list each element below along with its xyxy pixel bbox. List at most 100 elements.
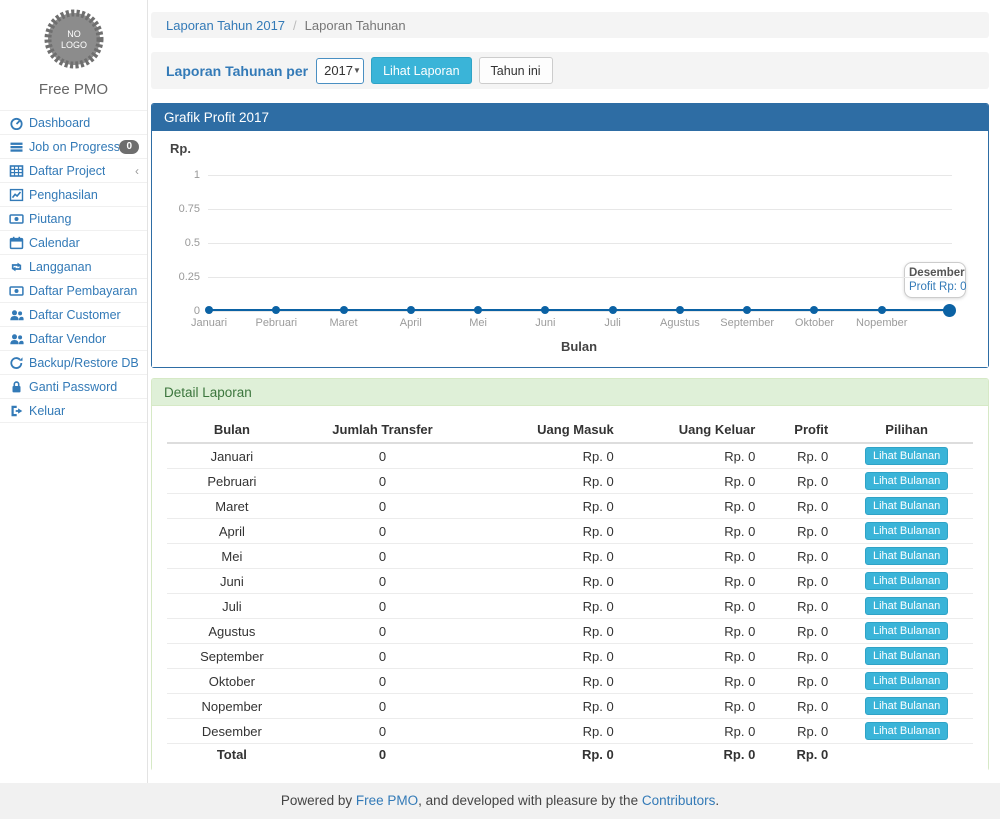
data-point-juni[interactable] bbox=[541, 306, 549, 314]
sidebar-item-job-on-progress[interactable]: Job on Progress0 bbox=[0, 135, 147, 159]
cell: Juni bbox=[167, 569, 297, 594]
table-row-januari: Januari0Rp. 0Rp. 0Rp. 0Lihat Bulanan bbox=[167, 443, 973, 469]
cell: Rp. 0 bbox=[468, 494, 626, 519]
cell: Rp. 0 bbox=[767, 443, 840, 469]
x-tick-label: Oktober bbox=[795, 317, 834, 329]
data-point-agustus[interactable] bbox=[676, 306, 684, 314]
y-tick-label: 0.5 bbox=[152, 237, 200, 249]
cell: 0 bbox=[297, 519, 468, 544]
breadcrumb-link-laporan-tahun[interactable]: Laporan Tahun 2017 bbox=[166, 18, 285, 33]
cell: Rp. 0 bbox=[626, 694, 768, 719]
y-tick-label: 0.75 bbox=[152, 203, 200, 215]
sidebar-item-label: Piutang bbox=[29, 212, 71, 226]
this-year-button[interactable]: Tahun ini bbox=[479, 57, 553, 84]
cell: Rp. 0 bbox=[626, 469, 768, 494]
actions-cell: Lihat Bulanan bbox=[840, 669, 973, 694]
view-report-button[interactable]: Lihat Laporan bbox=[371, 57, 471, 84]
cell: Rp. 0 bbox=[626, 719, 768, 744]
view-monthly-button[interactable]: Lihat Bulanan bbox=[865, 447, 948, 465]
data-point-desember[interactable] bbox=[943, 304, 956, 317]
cell: Rp. 0 bbox=[626, 443, 768, 469]
table-row-nopember: Nopember0Rp. 0Rp. 0Rp. 0Lihat Bulanan bbox=[167, 694, 973, 719]
actions-cell: Lihat Bulanan bbox=[840, 519, 973, 544]
cell: Rp. 0 bbox=[468, 669, 626, 694]
x-tick-label: April bbox=[400, 317, 422, 329]
data-point-maret[interactable] bbox=[340, 306, 348, 314]
sidebar-item-calendar[interactable]: Calendar bbox=[0, 231, 147, 255]
table-row-oktober: Oktober0Rp. 0Rp. 0Rp. 0Lihat Bulanan bbox=[167, 669, 973, 694]
view-monthly-button[interactable]: Lihat Bulanan bbox=[865, 522, 948, 540]
actions-cell bbox=[840, 744, 973, 766]
year-select[interactable]: 2017 ▼ bbox=[316, 58, 364, 84]
footer-brand-link[interactable]: Free PMO bbox=[356, 793, 418, 808]
sidebar-item-piutang[interactable]: Piutang bbox=[0, 207, 147, 231]
cell: Rp. 0 bbox=[626, 669, 768, 694]
cell: Nopember bbox=[167, 694, 297, 719]
data-point-april[interactable] bbox=[407, 306, 415, 314]
data-point-januari[interactable] bbox=[205, 306, 213, 314]
cell: 0 bbox=[297, 744, 468, 766]
actions-cell: Lihat Bulanan bbox=[840, 619, 973, 644]
cell: 0 bbox=[297, 443, 468, 469]
cell: 0 bbox=[297, 494, 468, 519]
view-monthly-button[interactable]: Lihat Bulanan bbox=[865, 547, 948, 565]
x-tick-label: Agustus bbox=[660, 317, 700, 329]
cell: Rp. 0 bbox=[767, 619, 840, 644]
chart-panel-title: Grafik Profit 2017 bbox=[152, 104, 988, 131]
table-row-juli: Juli0Rp. 0Rp. 0Rp. 0Lihat Bulanan bbox=[167, 594, 973, 619]
data-point-nopember[interactable] bbox=[878, 306, 886, 314]
cell: Rp. 0 bbox=[468, 569, 626, 594]
gridline bbox=[208, 311, 952, 312]
x-tick-label: Nopember bbox=[856, 317, 907, 329]
cell: Rp. 0 bbox=[468, 619, 626, 644]
view-monthly-button[interactable]: Lihat Bulanan bbox=[865, 647, 948, 665]
sidebar-item-backup-restore-db[interactable]: Backup/Restore DB bbox=[0, 351, 147, 375]
data-point-september[interactable] bbox=[743, 306, 751, 314]
x-tick-label: Pebruari bbox=[255, 317, 297, 329]
table-row-pebruari: Pebruari0Rp. 0Rp. 0Rp. 0Lihat Bulanan bbox=[167, 469, 973, 494]
users-icon bbox=[9, 332, 24, 346]
view-monthly-button[interactable]: Lihat Bulanan bbox=[865, 472, 948, 490]
sidebar-item-daftar-customer[interactable]: Daftar Customer bbox=[0, 303, 147, 327]
view-monthly-button[interactable]: Lihat Bulanan bbox=[865, 622, 948, 640]
view-monthly-button[interactable]: Lihat Bulanan bbox=[865, 572, 948, 590]
view-monthly-button[interactable]: Lihat Bulanan bbox=[865, 722, 948, 740]
filter-label: Laporan Tahunan per bbox=[166, 63, 308, 79]
cell: Juli bbox=[167, 594, 297, 619]
sidebar-item-dashboard[interactable]: Dashboard bbox=[0, 111, 147, 135]
sidebar-item-keluar[interactable]: Keluar bbox=[0, 399, 147, 423]
no-logo-icon: NO LOGO bbox=[43, 8, 105, 70]
cell: Rp. 0 bbox=[767, 594, 840, 619]
profit-chart-panel: Grafik Profit 2017 Rp. Desember Profit R… bbox=[151, 103, 989, 368]
sidebar-item-penghasilan[interactable]: Penghasilan bbox=[0, 183, 147, 207]
data-point-mei[interactable] bbox=[474, 306, 482, 314]
report-table: BulanJumlah TransferUang MasukUang Kelua… bbox=[167, 417, 973, 765]
cell: Rp. 0 bbox=[468, 443, 626, 469]
actions-cell: Lihat Bulanan bbox=[840, 644, 973, 669]
sidebar-item-ganti-password[interactable]: Ganti Password bbox=[0, 375, 147, 399]
view-monthly-button[interactable]: Lihat Bulanan bbox=[865, 672, 948, 690]
cell: September bbox=[167, 644, 297, 669]
actions-cell: Lihat Bulanan bbox=[840, 594, 973, 619]
view-monthly-button[interactable]: Lihat Bulanan bbox=[865, 497, 948, 515]
calendar-icon bbox=[9, 236, 24, 250]
footer-contributors-link[interactable]: Contributors bbox=[642, 793, 716, 808]
sidebar-item-daftar-project[interactable]: Daftar Project‹ bbox=[0, 159, 147, 183]
sidebar-item-daftar-vendor[interactable]: Daftar Vendor bbox=[0, 327, 147, 351]
view-monthly-button[interactable]: Lihat Bulanan bbox=[865, 597, 948, 615]
sidebar-item-langganan[interactable]: Langganan bbox=[0, 255, 147, 279]
data-point-pebruari[interactable] bbox=[272, 306, 280, 314]
table-row-april: April0Rp. 0Rp. 0Rp. 0Lihat Bulanan bbox=[167, 519, 973, 544]
data-point-juli[interactable] bbox=[609, 306, 617, 314]
sidebar-item-label: Calendar bbox=[29, 236, 80, 250]
count-badge: 0 bbox=[119, 140, 139, 154]
refresh-icon bbox=[9, 356, 24, 370]
data-point-oktober[interactable] bbox=[810, 306, 818, 314]
sidebar-item-daftar-pembayaran[interactable]: Daftar Pembayaran bbox=[0, 279, 147, 303]
logo-text-line2: LOGO bbox=[60, 40, 86, 50]
table-row-mei: Mei0Rp. 0Rp. 0Rp. 0Lihat Bulanan bbox=[167, 544, 973, 569]
sidebar-item-label: Daftar Vendor bbox=[29, 332, 106, 346]
table-row-desember: Desember0Rp. 0Rp. 0Rp. 0Lihat Bulanan bbox=[167, 719, 973, 744]
view-monthly-button[interactable]: Lihat Bulanan bbox=[865, 697, 948, 715]
cell: Desember bbox=[167, 719, 297, 744]
